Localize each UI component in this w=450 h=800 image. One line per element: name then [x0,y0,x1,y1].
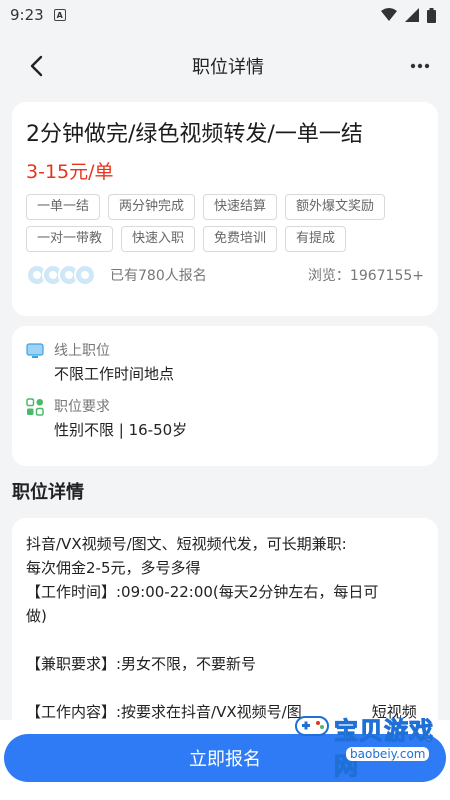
watermark-logo: 宝贝游戏网 baobeiy.com [290,705,440,783]
requirement-label: 职位要求 [54,399,110,415]
nav-bar: 职位详情 [0,30,450,102]
job-tag: 免费培训 [203,226,278,252]
signal-icon [405,8,419,22]
back-button[interactable] [18,48,54,84]
watermark-text: 宝贝游戏网 [334,717,434,781]
notification-a-icon: A [53,9,66,21]
watermark-url: baobeiy.com [346,747,430,761]
job-tag: 一对一带教 [26,226,114,252]
detail-line: 每次佣金2-5元，多号多得 [26,559,201,577]
job-summary-card: 2分钟做完/绿色视频转发/一单一结 3-15元/单 一单一结 两分钟完成 快速结… [12,102,438,316]
job-tag: 快速入职 [121,226,196,252]
status-right [381,7,436,23]
status-bar: 9:23 A [0,0,450,30]
requirement-value: 性别不限 | 16-50岁 [54,421,188,439]
job-tag: 有提成 [285,226,347,252]
job-tag: 快速结算 [203,194,278,220]
location-row: 线上职位 不限工作时间地点 [26,340,424,386]
detail-line: 【兼职要求】:男女不限，不要新号 [26,655,257,673]
job-info-card: 线上职位 不限工作时间地点 职位要求 性别不限 | 16-50岁 [12,326,438,466]
stats-row: 已有780人报名 浏览：1967155+ [26,264,424,286]
job-tag: 两分钟完成 [108,194,196,220]
battery-icon [427,7,436,23]
job-salary: 3-15元/单 [26,161,114,183]
requirement-row: 职位要求 性别不限 | 16-50岁 [26,396,424,442]
location-label: 线上职位 [54,343,110,359]
more-button[interactable] [402,48,438,84]
status-left: 9:23 A [10,6,66,24]
chevron-left-icon [30,55,43,77]
detail-line: 抖音/VX视频号/图文、短视频代发，可长期兼职: [26,535,347,553]
page-title: 职位详情 [192,57,264,78]
monitor-icon [26,343,44,358]
avatar [74,264,96,286]
applicant-avatars [26,264,96,286]
detail-section-title: 职位详情 [12,482,84,503]
detail-line: 做) [26,607,47,625]
detail-spacer [26,676,424,700]
location-value: 不限工作时间地点 [54,365,175,383]
grid-icon [26,398,44,416]
enrolled-count: 已有780人报名 [110,268,207,284]
job-title: 2分钟做完/绿色视频转发/一单一结 [26,122,363,147]
job-tag: 额外爆文奖励 [285,194,386,220]
wifi-icon [381,8,397,21]
detail-line-text: 【工作内容】:按要求在抖音/VX视频号/图 [26,703,302,721]
job-tag: 一单一结 [26,194,101,220]
view-count: 浏览：1967155+ [307,268,424,284]
job-tags: 一单一结 两分钟完成 快速结算 额外爆文奖励 一对一带教 快速入职 免费培训 有… [26,194,426,252]
status-time: 9:23 [10,6,44,24]
more-dots-icon [410,63,430,69]
detail-spacer [26,628,424,652]
detail-line: 【工作时间】:09:00-22:00(每天2分钟左右，每日可 [26,583,379,601]
gamepad-icon [295,716,329,736]
